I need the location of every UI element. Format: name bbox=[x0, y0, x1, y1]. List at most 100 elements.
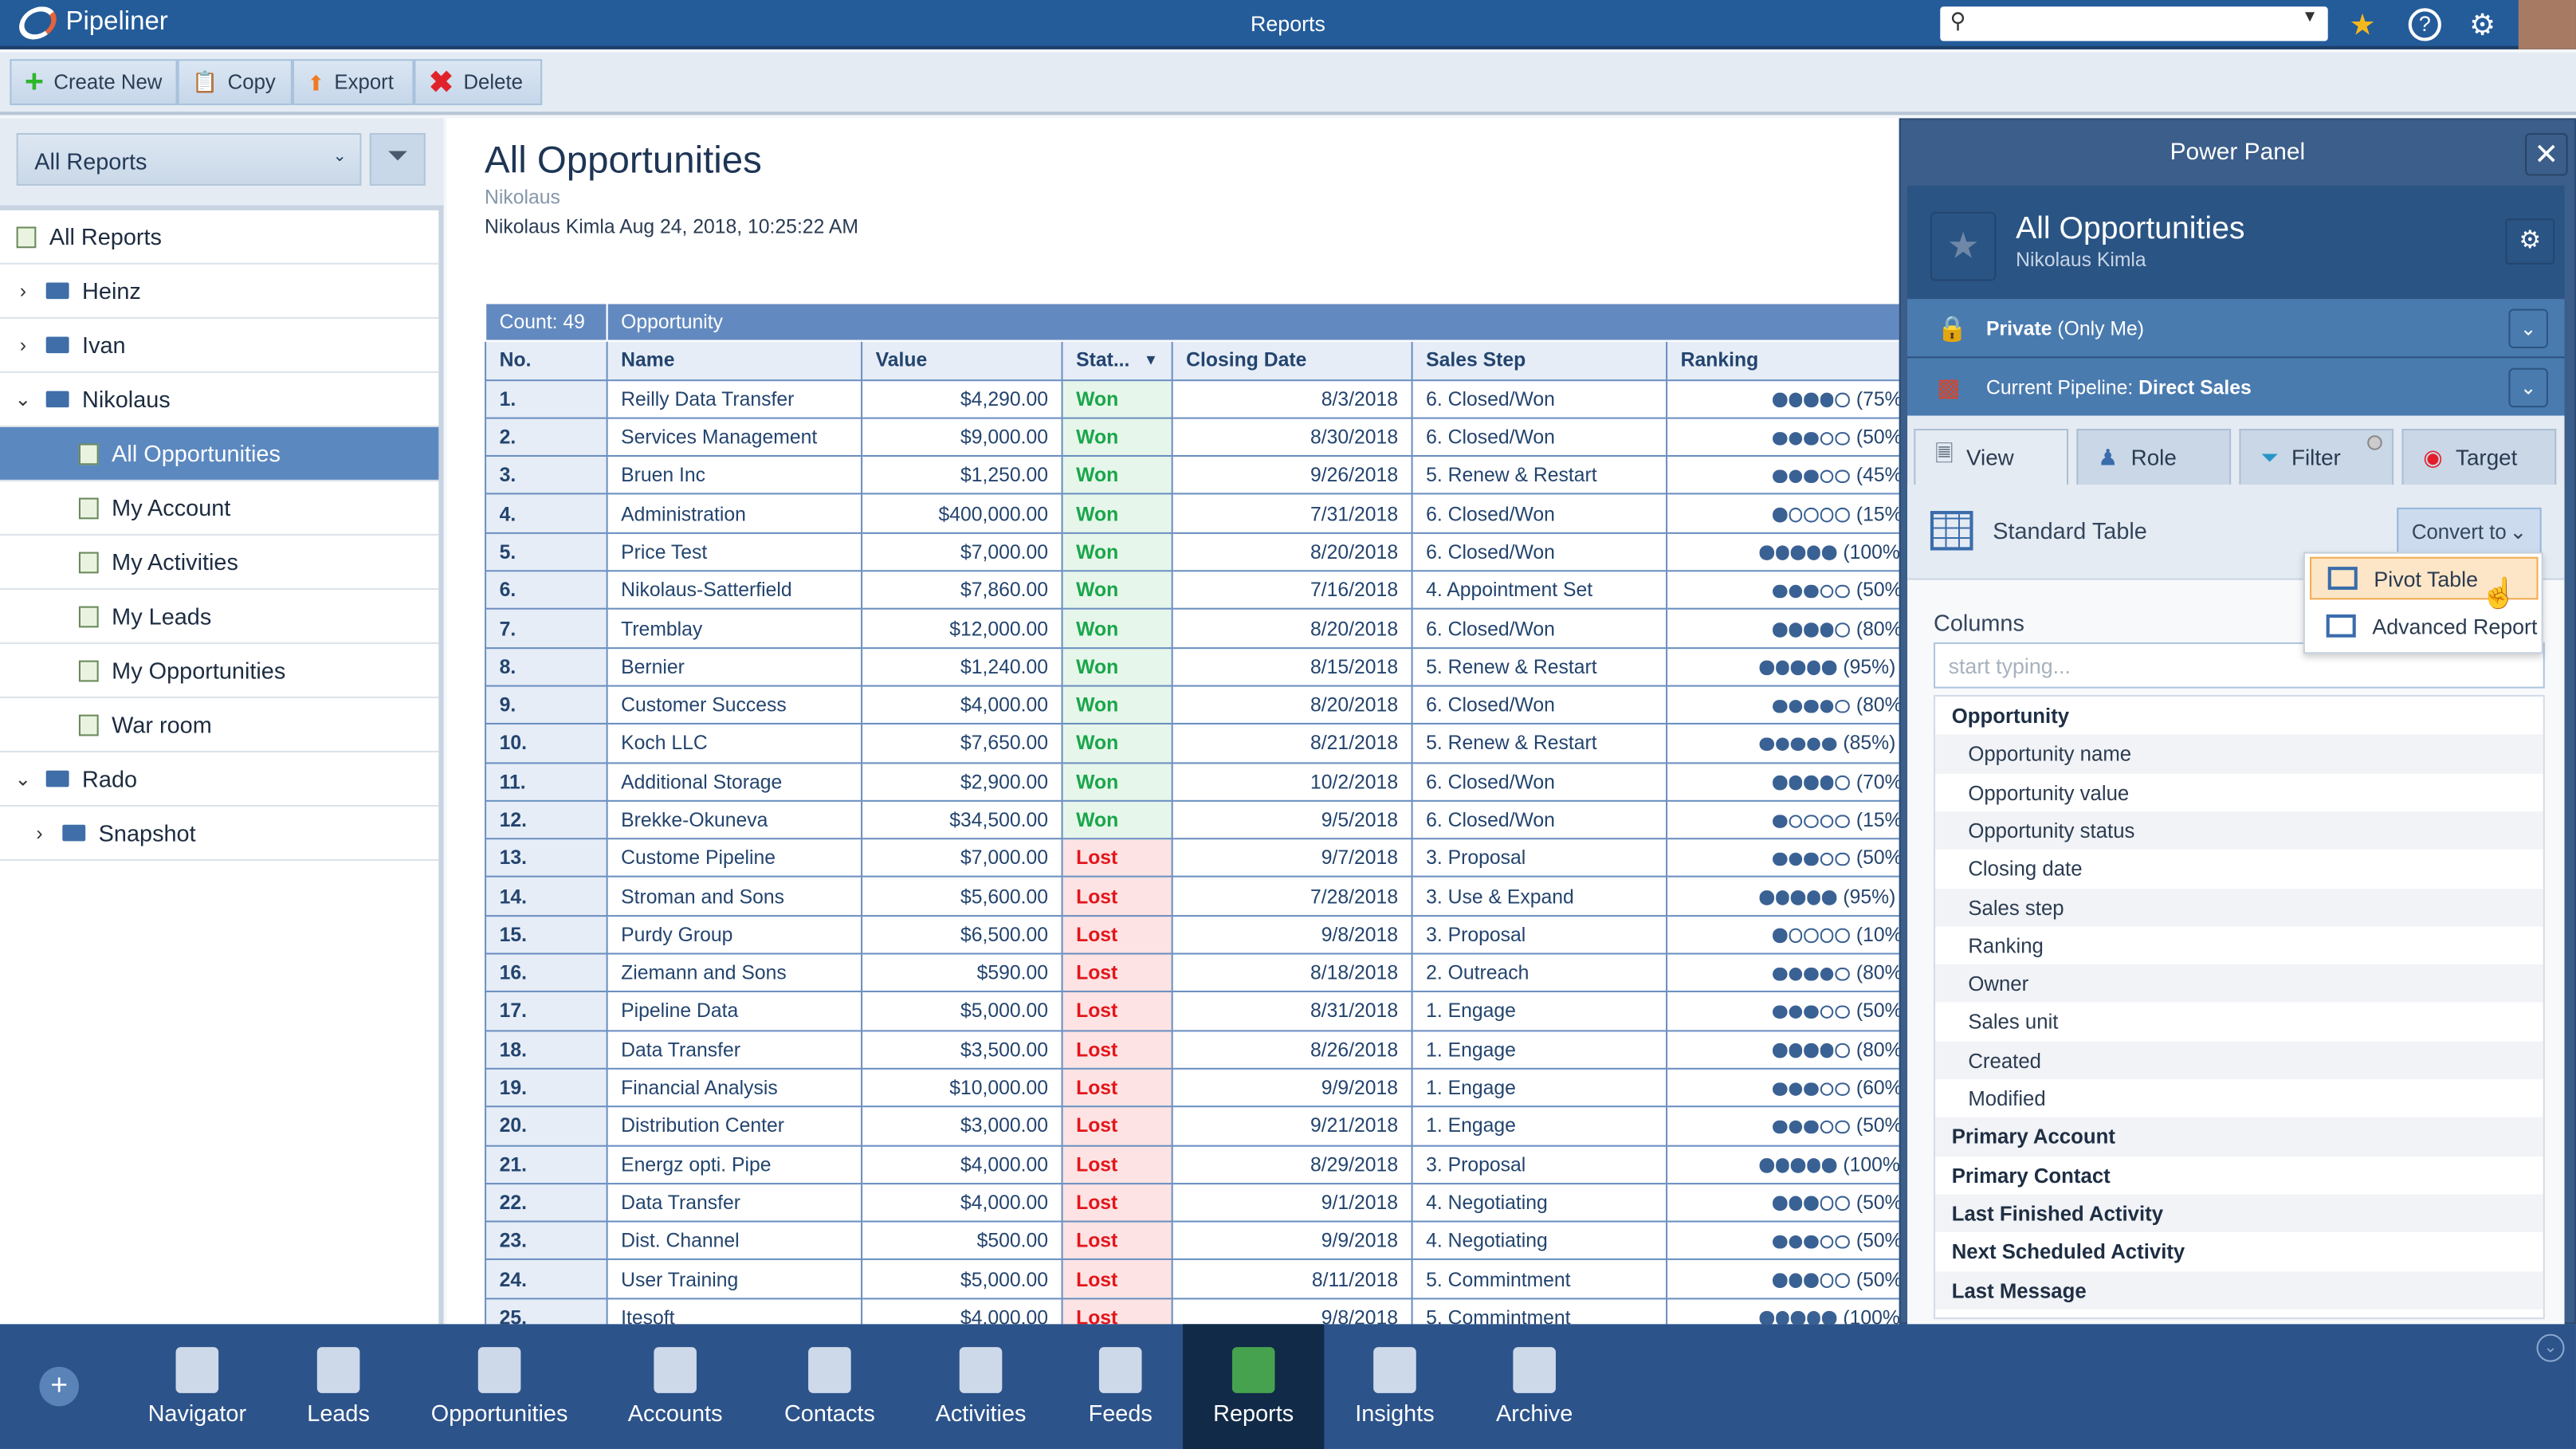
column-group[interactable]: Opportunity bbox=[1935, 697, 2543, 735]
table-row[interactable]: 6. Nikolaus-Satterfield $7,860.00 Won 7/16/2… bbox=[485, 570, 1899, 611]
table-row[interactable]: 21. Energz opti. Pipe $4,000.00 Lost 8/29/20… bbox=[485, 1144, 1899, 1184]
favorite-star-button[interactable]: ★ bbox=[1930, 211, 1997, 281]
nav-leads[interactable]: Leads bbox=[296, 1324, 381, 1449]
sidebar-item-war-room[interactable]: War room bbox=[0, 698, 439, 753]
chevron-down-icon[interactable]: ⌄ bbox=[10, 387, 36, 410]
column-group[interactable]: Primary Contact bbox=[1935, 1156, 2543, 1194]
tab-target[interactable]: ◉ Target bbox=[2401, 428, 2557, 485]
sidebar-item-ivan[interactable]: › Ivan bbox=[0, 319, 439, 373]
column-group[interactable]: Next Scheduled Activity bbox=[1935, 1232, 2543, 1270]
table-row[interactable]: 22. Data Transfer $4,000.00 Lost 9/1/2018 4. … bbox=[485, 1182, 1899, 1223]
report-settings-button[interactable]: ⚙ bbox=[2505, 218, 2555, 265]
help-icon[interactable]: ? bbox=[2408, 8, 2441, 41]
table-row[interactable]: 10. Koch LLC $7,650.00 Won 8/21/2018 5. Renew… bbox=[485, 723, 1899, 764]
chevron-down-icon[interactable]: ⌄ bbox=[10, 768, 36, 791]
export-button[interactable]: ⬆ Export bbox=[292, 59, 414, 105]
privacy-row[interactable]: 🔒 Private (Only Me) ⌄ bbox=[1907, 297, 2565, 357]
table-row[interactable]: 16. Ziemann and Sons $590.00 Lost 8/18/2018 2… bbox=[485, 952, 1899, 993]
sidebar-item-snapshot[interactable]: › Snapshot bbox=[0, 807, 439, 862]
nav-reports[interactable]: Reports bbox=[1183, 1324, 1325, 1449]
sidebar-item-my-account[interactable]: My Account bbox=[0, 481, 439, 536]
nav-accounts[interactable]: Accounts bbox=[618, 1324, 732, 1449]
nav-navigator[interactable]: Navigator bbox=[148, 1324, 247, 1449]
table-row[interactable]: 13. Custome Pipeline $7,000.00 Lost 9/7/2018… bbox=[485, 838, 1899, 878]
chevron-right-icon[interactable]: › bbox=[26, 822, 53, 845]
column-header[interactable]: Value bbox=[861, 340, 1063, 381]
table-row[interactable]: 4. Administration $400,000.00 Won 7/31/2018 6… bbox=[485, 493, 1899, 534]
avatar[interactable] bbox=[2518, 0, 2576, 49]
column-header[interactable]: Sales Step bbox=[1411, 340, 1668, 381]
table-row[interactable]: 7. Tremblay $12,000.00 Won 8/20/2018 6. Close… bbox=[485, 608, 1899, 649]
table-row[interactable]: 8. Bernier $1,240.00 Won 8/15/2018 5. Renew &… bbox=[485, 646, 1899, 687]
table-row[interactable]: 18. Data Transfer $3,500.00 Lost 8/26/2018 1.… bbox=[485, 1029, 1899, 1070]
column-group[interactable]: Last Message bbox=[1935, 1270, 2543, 1310]
filter-funnel-button[interactable]: ⏷ bbox=[369, 132, 426, 186]
pipeline-row[interactable]: ▩ Current Pipeline: Direct Sales ⌄ bbox=[1907, 356, 2565, 416]
column-item[interactable]: Created bbox=[1935, 1041, 2543, 1080]
table-row[interactable]: 20. Distribution Center $3,000.00 Lost 9/21/… bbox=[485, 1105, 1899, 1146]
nav-feeds[interactable]: Feeds bbox=[1074, 1324, 1166, 1449]
column-item[interactable]: Opportunity value bbox=[1935, 773, 2543, 811]
column-item[interactable]: Modified bbox=[1935, 1079, 2543, 1117]
table-row[interactable]: 19. Financial Analysis $10,000.00 Lost 9/9/2… bbox=[485, 1067, 1899, 1108]
gear-icon[interactable]: ⚙ bbox=[2469, 8, 2496, 42]
table-row[interactable]: 15. Purdy Group $6,500.00 Lost 9/8/2018 3. Pr… bbox=[485, 914, 1899, 955]
add-button[interactable]: + bbox=[39, 1366, 79, 1407]
column-item[interactable]: Opportunity status bbox=[1935, 811, 2543, 850]
column-header[interactable]: Ranking bbox=[1666, 340, 1899, 381]
nav-opportunities[interactable]: Opportunities bbox=[424, 1324, 575, 1449]
table-row[interactable]: 24. User Training $5,000.00 Lost 8/11/2018 5.… bbox=[485, 1259, 1899, 1299]
tab-role[interactable]: ♟ Role bbox=[2076, 428, 2232, 485]
column-header[interactable]: Name bbox=[606, 340, 863, 381]
table-row[interactable]: 17. Pipeline Data $5,000.00 Lost 8/31/2018 1.… bbox=[485, 991, 1899, 1031]
sidebar-item-my-leads[interactable]: My Leads bbox=[0, 590, 439, 644]
table-row[interactable]: 11. Additional Storage $2,900.00 Won 10/2/20… bbox=[485, 761, 1899, 802]
tab-filter[interactable]: ⏷ Filter bbox=[2239, 428, 2394, 485]
create-new-button[interactable]: + Create New bbox=[10, 59, 178, 105]
delete-button[interactable]: ✖ Delete bbox=[414, 59, 543, 105]
report-scope-select[interactable]: All Reports ⌄ bbox=[16, 132, 362, 186]
nav-insights[interactable]: Insights bbox=[1334, 1324, 1456, 1449]
nav-contacts[interactable]: Contacts bbox=[769, 1324, 891, 1449]
table-row[interactable]: 9. Customer Success $4,000.00 Won 8/20/2018 6… bbox=[485, 685, 1899, 725]
table-row[interactable]: 5. Price Test $7,000.00 Won 8/20/2018 6. Clos… bbox=[485, 532, 1899, 572]
table-row[interactable]: 2. Services Management $9,000.00 Won 8/30/20… bbox=[485, 417, 1899, 457]
chevron-down-icon[interactable]: ⌄ bbox=[2508, 308, 2548, 348]
column-header[interactable]: Closing Date bbox=[1171, 340, 1413, 381]
table-row[interactable]: 14. Stroman and Sons $5,600.00 Lost 7/28/201… bbox=[485, 876, 1899, 917]
collapse-chevron-icon[interactable]: ⌄ bbox=[2536, 1333, 2565, 1362]
sidebar-item-my-opportunities[interactable]: My Opportunities bbox=[0, 644, 439, 699]
column-item[interactable]: Owner bbox=[1935, 964, 2543, 1003]
nav-archive[interactable]: Archive bbox=[1475, 1324, 1593, 1449]
column-header[interactable]: No. bbox=[485, 340, 608, 381]
column-item[interactable]: Ranking bbox=[1935, 926, 2543, 964]
column-group[interactable]: Primary Account bbox=[1935, 1117, 2543, 1156]
report-table-container[interactable]: Count: 49 Opportunity No. Name Value Stat...… bbox=[485, 302, 1899, 1325]
copy-button[interactable]: 📋 Copy bbox=[177, 59, 293, 105]
table-row[interactable]: 23. Dist. Channel $500.00 Lost 9/9/2018 4. Ne… bbox=[485, 1220, 1899, 1261]
column-header[interactable]: Stat... ▼ bbox=[1061, 340, 1173, 381]
column-item[interactable]: Opportunity name bbox=[1935, 734, 2543, 773]
nav-activities[interactable]: Activities bbox=[923, 1324, 1038, 1449]
sidebar-item-my-activities[interactable]: My Activities bbox=[0, 536, 439, 590]
table-row[interactable]: 25. Itesoft $4,000.00 Lost 9/8/2018 5. Commin… bbox=[485, 1297, 1899, 1325]
chevron-right-icon[interactable]: › bbox=[10, 279, 36, 302]
chevron-down-icon[interactable]: ▼ bbox=[2302, 8, 2318, 26]
chevron-down-icon[interactable]: ⌄ bbox=[2508, 367, 2548, 408]
table-row[interactable]: 12. Brekke-Okuneva $34,500.00 Won 9/5/2018 6.… bbox=[485, 799, 1899, 840]
sidebar-item-rado[interactable]: ⌄ Rado bbox=[0, 752, 439, 807]
tab-view[interactable]: 🗏 View bbox=[1914, 428, 2069, 485]
table-row[interactable]: 1. Reilly Data Transfer $4,290.00 Won 8/3/20… bbox=[485, 379, 1899, 419]
sidebar-item-all-opportunities[interactable]: All Opportunities bbox=[0, 426, 439, 481]
table-row[interactable]: 3. Bruen Inc $1,250.00 Won 9/26/2018 5. Renew… bbox=[485, 455, 1899, 496]
sort-desc-icon[interactable]: ▼ bbox=[1144, 352, 1158, 369]
search-input[interactable]: ⚲ ▼ bbox=[1940, 6, 2328, 41]
favorites-star-icon[interactable]: ★ bbox=[2350, 8, 2376, 42]
columns-list[interactable]: Opportunity Opportunity name Opportunity v… bbox=[1934, 694, 2545, 1320]
column-group[interactable]: Last Finished Activity bbox=[1935, 1194, 2543, 1233]
column-item[interactable]: Sales unit bbox=[1935, 1003, 2543, 1041]
convert-to-dropdown[interactable]: Convert to ⌄ bbox=[2397, 507, 2542, 554]
sidebar-item-nikolaus[interactable]: ⌄ Nikolaus bbox=[0, 373, 439, 427]
chevron-right-icon[interactable]: › bbox=[10, 333, 36, 356]
column-item[interactable]: Sales step bbox=[1935, 888, 2543, 927]
